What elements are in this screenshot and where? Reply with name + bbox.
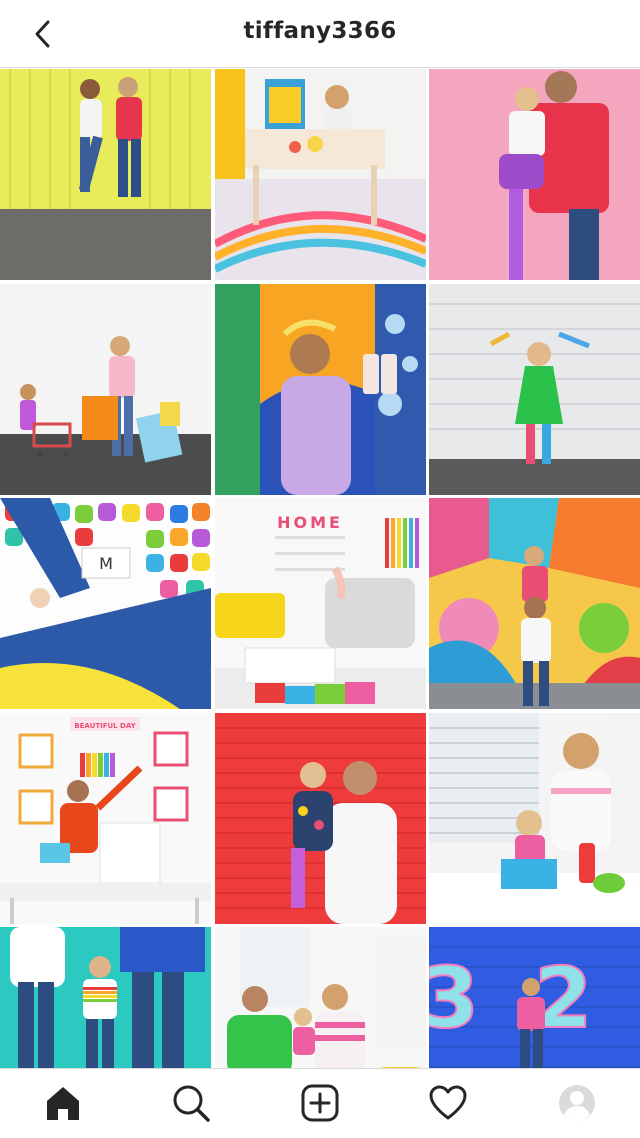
post-image bbox=[214, 712, 426, 924]
search-icon bbox=[173, 1085, 210, 1122]
post-thumbnail[interactable] bbox=[0, 69, 211, 280]
post-thumbnail[interactable] bbox=[429, 712, 640, 924]
post-banner-text: BEAUTIFUL DAY bbox=[74, 722, 136, 730]
profile-username: tiffany3366 bbox=[243, 18, 397, 44]
post-wall-text: HOME bbox=[277, 513, 343, 532]
post-image: HOME bbox=[214, 498, 426, 709]
post-image bbox=[429, 69, 640, 280]
post-image bbox=[429, 283, 640, 495]
profile-avatar-icon bbox=[559, 1085, 595, 1121]
post-thumbnail[interactable] bbox=[429, 283, 640, 495]
top-bar: tiffany3366 bbox=[0, 0, 640, 68]
post-image bbox=[429, 498, 640, 709]
post-thumbnail[interactable]: M bbox=[0, 498, 211, 709]
post-image: M bbox=[0, 498, 211, 709]
post-image bbox=[214, 283, 426, 495]
post-thumbnail[interactable] bbox=[214, 69, 426, 280]
post-sign-text: M bbox=[99, 554, 113, 573]
new-post-icon bbox=[301, 1084, 339, 1122]
post-image: 32 bbox=[429, 927, 640, 1068]
nav-search[interactable] bbox=[171, 1083, 211, 1123]
post-thumbnail[interactable] bbox=[429, 498, 640, 709]
post-thumbnail[interactable] bbox=[214, 712, 426, 924]
post-image bbox=[0, 927, 211, 1068]
post-image bbox=[0, 283, 211, 495]
post-thumbnail[interactable]: 32 bbox=[429, 927, 640, 1068]
nav-new-post[interactable] bbox=[300, 1083, 340, 1123]
bottom-navigation bbox=[0, 1068, 640, 1138]
home-icon bbox=[47, 1087, 79, 1120]
post-thumbnail[interactable] bbox=[0, 927, 211, 1068]
nav-profile[interactable] bbox=[557, 1083, 597, 1123]
post-image: BEAUTIFUL DAY bbox=[0, 712, 211, 924]
post-thumbnail[interactable]: HOME bbox=[214, 498, 426, 709]
nav-activity[interactable] bbox=[428, 1083, 468, 1123]
post-image bbox=[429, 712, 640, 924]
post-thumbnail[interactable] bbox=[214, 927, 426, 1068]
nav-home[interactable] bbox=[43, 1083, 83, 1123]
post-thumbnail[interactable] bbox=[429, 69, 640, 280]
post-thumbnail[interactable] bbox=[0, 283, 211, 495]
activity-heart-icon bbox=[429, 1085, 467, 1120]
post-thumbnail[interactable]: BEAUTIFUL DAY bbox=[0, 712, 211, 924]
post-image bbox=[0, 69, 211, 280]
post-grid: M HOME BEAUTIFUL DAY bbox=[0, 69, 640, 1068]
post-image bbox=[214, 69, 426, 280]
post-thumbnail[interactable] bbox=[214, 283, 426, 495]
post-image bbox=[214, 927, 426, 1068]
